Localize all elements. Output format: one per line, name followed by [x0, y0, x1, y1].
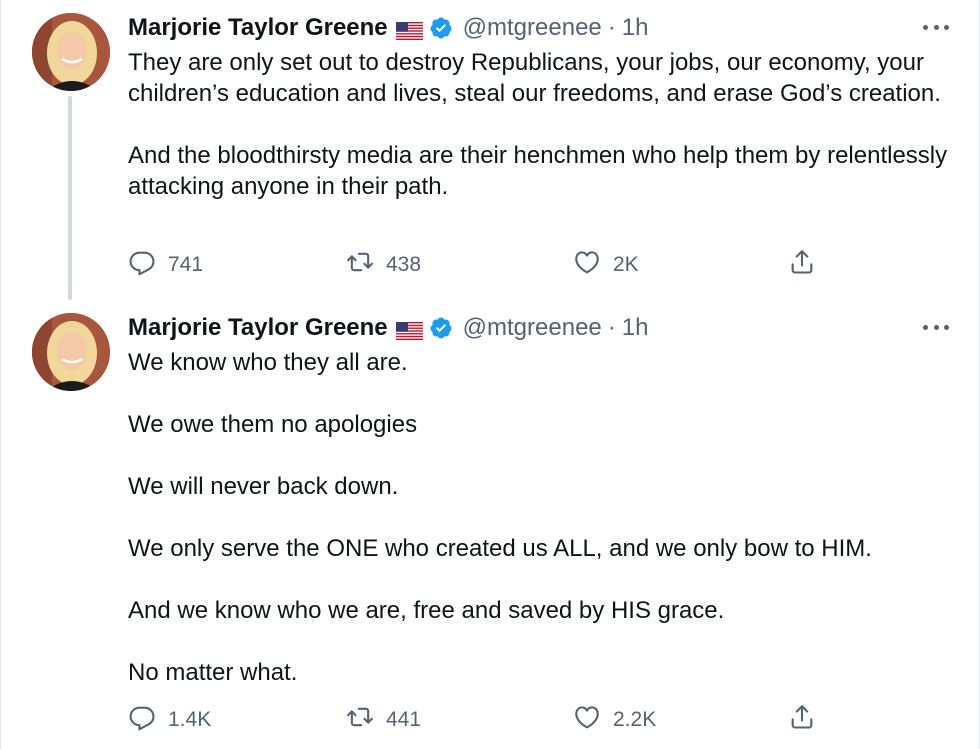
- share-icon: [788, 703, 816, 737]
- reply-icon: [128, 703, 156, 737]
- retweet-button[interactable]: 441: [346, 705, 421, 735]
- us-flag-icon: [395, 19, 423, 40]
- tweet[interactable]: Marjorie Taylor Greene: [1, 300, 980, 749]
- retweet-count: 438: [386, 253, 422, 276]
- author-name[interactable]: Marjorie Taylor Greene: [128, 14, 388, 42]
- retweet-icon: [346, 703, 374, 737]
- like-count: 2.2K: [613, 708, 657, 731]
- tweet-text: We know who they all are. We owe them no…: [128, 347, 948, 688]
- tweet-text: They are only set out to destroy Republi…: [128, 47, 948, 202]
- tweet-actions: 741 438 2K: [128, 250, 828, 280]
- tweet-paragraph: And we know who we are, free and saved b…: [128, 597, 725, 624]
- reply-count: 1.4K: [168, 708, 212, 731]
- share-icon: [788, 248, 816, 282]
- heart-icon: [573, 248, 601, 282]
- retweet-button[interactable]: 438: [346, 250, 421, 280]
- tweet-timestamp[interactable]: 1h: [622, 14, 649, 42]
- thread-line: [68, 96, 72, 300]
- separator-dot: ·: [607, 14, 616, 41]
- more-options-icon[interactable]: [923, 20, 949, 34]
- reply-count: 741: [168, 253, 204, 276]
- tweet[interactable]: Marjorie Taylor Greene: [1, 0, 980, 300]
- author-handle[interactable]: @mtgreenee: [463, 314, 602, 342]
- reply-button[interactable]: 741: [128, 250, 203, 280]
- tweet-paragraph: We only serve the ONE who created us ALL…: [128, 535, 872, 562]
- heart-icon: [573, 703, 601, 737]
- avatar[interactable]: [32, 313, 110, 391]
- share-button[interactable]: [788, 250, 816, 280]
- tweet-header: Marjorie Taylor Greene @mtgreenee · 1h: [128, 14, 648, 42]
- retweet-icon: [346, 248, 374, 282]
- tweet-timestamp[interactable]: 1h: [622, 314, 649, 342]
- author-name[interactable]: Marjorie Taylor Greene: [128, 314, 388, 342]
- reply-button[interactable]: 1.4K: [128, 705, 211, 735]
- tweet-paragraph: They are only set out to destroy Republi…: [128, 49, 941, 107]
- like-count: 2K: [613, 253, 639, 276]
- like-button[interactable]: 2.2K: [573, 705, 656, 735]
- verified-badge-icon: [429, 16, 453, 40]
- like-button[interactable]: 2K: [573, 250, 639, 280]
- tweet-paragraph: No matter what.: [128, 659, 298, 686]
- us-flag-icon: [395, 319, 423, 340]
- author-handle[interactable]: @mtgreenee: [463, 14, 602, 42]
- avatar[interactable]: [32, 13, 110, 91]
- retweet-count: 441: [386, 708, 422, 731]
- tweet-header: Marjorie Taylor Greene @mtgreenee · 1h: [128, 314, 648, 342]
- tweet-paragraph: We will never back down.: [128, 473, 399, 500]
- timeline-frame: Marjorie Taylor Greene @mtgreenee · 1h T…: [0, 0, 980, 749]
- share-button[interactable]: [788, 705, 816, 735]
- tweet-paragraph: We know who they all are.: [128, 349, 408, 376]
- tweet-actions: 1.4K 441 2.2K: [128, 705, 828, 735]
- reply-icon: [128, 248, 156, 282]
- separator-dot: ·: [607, 314, 616, 341]
- more-options-icon[interactable]: [923, 320, 949, 334]
- tweet-paragraph: We owe them no apologies: [128, 411, 418, 438]
- tweet-paragraph: And the bloodthirsty media are their hen…: [128, 142, 948, 200]
- verified-badge-icon: [429, 316, 453, 340]
